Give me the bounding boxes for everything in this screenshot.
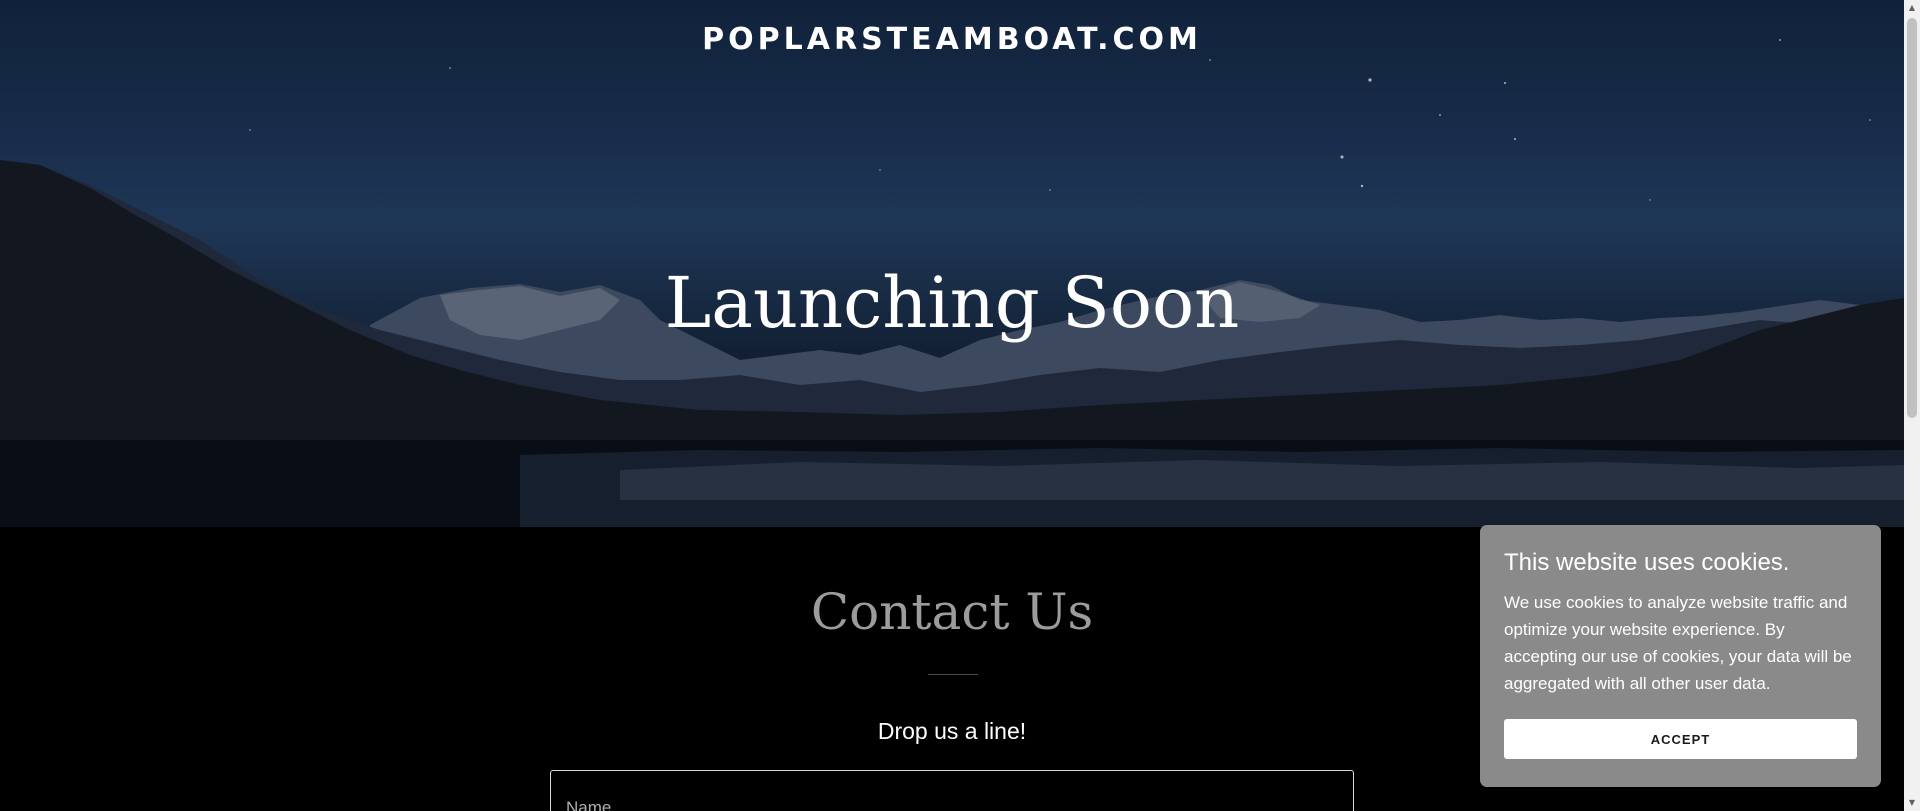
hero-heading: Launching Soon <box>664 262 1240 344</box>
hero-section: POPLARSTEAMBOAT.COM Launching Soon <box>0 0 1904 527</box>
scroll-down-arrow-icon[interactable]: ▼ <box>1904 795 1920 811</box>
page: POPLARSTEAMBOAT.COM Launching Soon Conta… <box>0 0 1920 811</box>
cookie-banner-title: This website uses cookies. <box>1504 549 1790 576</box>
cookie-banner-text: We use cookies to analyze website traffi… <box>1504 593 1852 693</box>
scroll-up-arrow-icon[interactable]: ▲ <box>1904 0 1920 16</box>
name-input[interactable] <box>550 770 1354 811</box>
site-title[interactable]: POPLARSTEAMBOAT.COM <box>0 20 1904 60</box>
cookie-banner: This website uses cookies. We use cookie… <box>1480 525 1881 787</box>
scrollbar-thumb[interactable] <box>1907 18 1917 418</box>
vertical-scrollbar[interactable]: ▲ ▼ <box>1904 0 1920 811</box>
accept-cookies-button[interactable]: ACCEPT <box>1504 719 1857 759</box>
section-divider <box>928 674 978 675</box>
